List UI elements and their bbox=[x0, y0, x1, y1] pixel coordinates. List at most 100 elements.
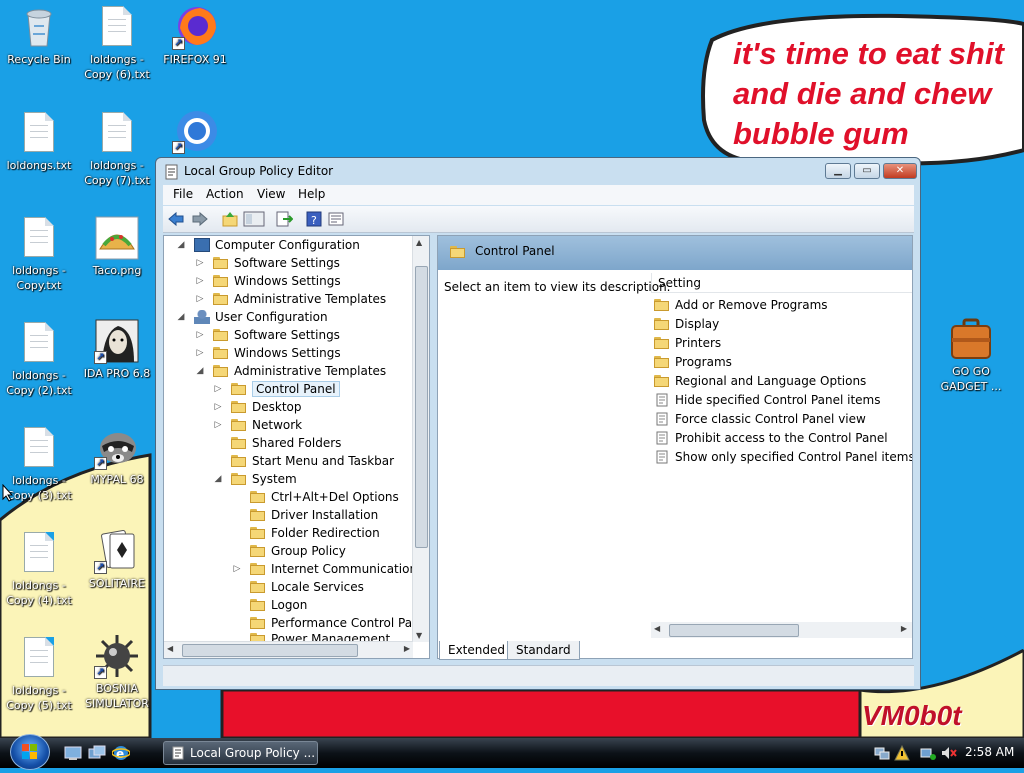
collapse-arrow-icon[interactable]: ◢ bbox=[213, 470, 223, 488]
back-arrow-icon[interactable] bbox=[167, 210, 185, 228]
close-button[interactable]: ✕ bbox=[883, 163, 917, 179]
tree-node-internet-communication[interactable]: ▷ Internet Communication Ma bbox=[234, 560, 429, 578]
tree-node-windows-settings[interactable]: ▷ Windows Settings bbox=[197, 272, 341, 290]
scroll-down-arrow-icon[interactable]: ▼ bbox=[416, 631, 422, 640]
desktop-icon-loldongs-copy-6[interactable]: loldongs - Copy (6).txt bbox=[78, 4, 156, 82]
window-titlebar[interactable]: Local Group Policy Editor ▁ ▭ ✕ bbox=[156, 158, 920, 184]
tree-vertical-scrollbar[interactable]: ▲ ▼ bbox=[412, 236, 429, 642]
tree-node-desktop[interactable]: ▷ Desktop bbox=[215, 398, 302, 416]
expand-arrow-icon[interactable]: ▷ bbox=[195, 344, 205, 362]
desktop-icon-loldongs-copy-2[interactable]: loldongs - Copy (2).txt bbox=[0, 320, 78, 398]
tree-node-shared-folders[interactable]: Shared Folders bbox=[231, 434, 341, 452]
tree-node-group-policy[interactable]: Group Policy bbox=[250, 542, 346, 560]
tree-node-locale-services[interactable]: Locale Services bbox=[250, 578, 364, 596]
menu-help[interactable]: Help bbox=[298, 187, 325, 201]
menu-file[interactable]: File bbox=[173, 187, 193, 201]
expand-arrow-icon[interactable]: ▷ bbox=[195, 272, 205, 290]
show-hide-tree-icon[interactable] bbox=[243, 210, 265, 228]
expand-arrow-icon[interactable]: ▷ bbox=[213, 398, 223, 416]
scroll-right-arrow-icon[interactable]: ▶ bbox=[901, 624, 907, 633]
scroll-left-arrow-icon[interactable]: ◀ bbox=[654, 624, 660, 633]
desktop-icon-firefox[interactable]: ↗ FIREFOX 91 bbox=[156, 4, 234, 67]
desktop-icon-ida-pro[interactable]: ↗ IDA PRO 6.8 bbox=[78, 318, 156, 381]
setting-item[interactable]: Force classic Control Panel view bbox=[654, 410, 912, 429]
setting-column-header[interactable]: Setting bbox=[651, 273, 912, 293]
security-warning-icon[interactable] bbox=[894, 745, 910, 761]
collapse-arrow-icon[interactable]: ◢ bbox=[176, 236, 186, 254]
tree-node-computer-configuration[interactable]: ◢ Computer Configuration bbox=[178, 236, 360, 254]
group-policy-editor-window[interactable]: Local Group Policy Editor ▁ ▭ ✕ File Act… bbox=[155, 157, 921, 690]
tree-node-system[interactable]: ◢ System bbox=[215, 470, 297, 488]
desktop-icon-solitaire[interactable]: ↗ SOLITAIRE bbox=[78, 528, 156, 591]
internet-explorer-icon[interactable]: e bbox=[112, 744, 130, 762]
desktop-icon-loldongs[interactable]: loldongs.txt bbox=[0, 110, 78, 173]
setting-item[interactable]: Add or Remove Programs bbox=[654, 296, 912, 315]
tree-node-user-configuration[interactable]: ◢ User Configuration bbox=[178, 308, 328, 326]
tree-node-ctrl-alt-del[interactable]: Ctrl+Alt+Del Options bbox=[250, 488, 399, 506]
setting-item[interactable]: Display bbox=[654, 315, 912, 334]
setting-item[interactable]: Prohibit access to the Control Panel bbox=[654, 429, 912, 448]
up-folder-icon[interactable] bbox=[221, 210, 239, 228]
tree-node-start-menu-taskbar[interactable]: Start Menu and Taskbar bbox=[231, 452, 394, 470]
desktop-icon-recycle-bin[interactable]: Recycle Bin bbox=[0, 4, 78, 67]
tree-node-software-settings[interactable]: ▷ Software Settings bbox=[197, 326, 340, 344]
desktop-icon-bosnia-simulator[interactable]: ↗ BOSNIA SIMULATOR bbox=[78, 633, 156, 711]
forward-arrow-icon[interactable] bbox=[191, 210, 209, 228]
tree-node-folder-redirection[interactable]: Folder Redirection bbox=[250, 524, 380, 542]
desktop-icon-loldongs-copy[interactable]: loldongs - Copy.txt bbox=[0, 215, 78, 293]
export-list-icon[interactable] bbox=[275, 210, 293, 228]
setting-item[interactable]: Programs bbox=[654, 353, 912, 372]
desktop-icon-loldongs-copy-5[interactable]: loldongs - Copy (5).txt bbox=[0, 635, 78, 713]
tab-standard[interactable]: Standard bbox=[507, 641, 580, 660]
scroll-left-arrow-icon[interactable]: ◀ bbox=[167, 644, 173, 653]
show-desktop-icon[interactable] bbox=[64, 745, 82, 761]
desktop-icon-loldongs-copy-7[interactable]: loldongs - Copy (7).txt bbox=[78, 110, 156, 188]
tree-node-software-settings[interactable]: ▷ Software Settings bbox=[197, 254, 340, 272]
tree-node-control-panel[interactable]: ▷ Control Panel bbox=[215, 380, 340, 398]
expand-arrow-icon[interactable]: ▷ bbox=[213, 416, 223, 434]
tree-node-logon[interactable]: Logon bbox=[250, 596, 307, 614]
expand-arrow-icon[interactable]: ▷ bbox=[213, 380, 223, 398]
tree-node-network[interactable]: ▷ Network bbox=[215, 416, 303, 434]
expand-arrow-icon[interactable]: ▷ bbox=[195, 254, 205, 272]
clock[interactable]: 2:58 AM bbox=[965, 745, 1014, 759]
expand-arrow-icon[interactable]: ▷ bbox=[232, 560, 242, 578]
scroll-thumb[interactable] bbox=[669, 624, 799, 637]
setting-item[interactable]: Show only specified Control Panel items bbox=[654, 448, 912, 467]
policy-tree-pane[interactable]: ◢ Computer Configuration ▷ Software Settin… bbox=[163, 235, 430, 659]
settings-horizontal-scrollbar[interactable]: ◀ ▶ bbox=[651, 622, 912, 638]
scroll-right-arrow-icon[interactable]: ▶ bbox=[404, 644, 410, 653]
desktop-icon-go-go-gadget[interactable]: GO GO GADGET ... bbox=[932, 316, 1010, 394]
menu-action[interactable]: Action bbox=[206, 187, 244, 201]
tree-node-windows-settings[interactable]: ▷ Windows Settings bbox=[197, 344, 341, 362]
tab-extended[interactable]: Extended bbox=[439, 641, 514, 660]
maximize-button[interactable]: ▭ bbox=[854, 163, 880, 179]
network-icon[interactable] bbox=[874, 745, 890, 761]
policy-settings-pane[interactable]: Control Panel Select an item to view its… bbox=[437, 235, 913, 659]
collapse-arrow-icon[interactable]: ◢ bbox=[195, 362, 205, 380]
tree-node-administrative-templates[interactable]: ▷ Administrative Templates bbox=[197, 290, 387, 308]
setting-item[interactable]: Printers bbox=[654, 334, 912, 353]
network-connection-icon[interactable] bbox=[920, 745, 936, 761]
properties-view-icon[interactable] bbox=[327, 210, 345, 228]
tree-node-driver-installation[interactable]: Driver Installation bbox=[250, 506, 378, 524]
switch-windows-icon[interactable] bbox=[88, 745, 106, 761]
desktop-icon-loldongs-copy-4[interactable]: loldongs - Copy (4).txt bbox=[0, 530, 78, 608]
desktop-icon-taco[interactable]: Taco.png bbox=[78, 215, 156, 278]
expand-arrow-icon[interactable]: ▷ bbox=[195, 290, 205, 308]
scroll-thumb[interactable] bbox=[415, 266, 428, 548]
scroll-up-arrow-icon[interactable]: ▲ bbox=[416, 238, 422, 247]
help-icon[interactable]: ? bbox=[305, 210, 323, 228]
setting-item[interactable]: Hide specified Control Panel items bbox=[654, 391, 912, 410]
desktop-icon-chrome[interactable]: ↗ bbox=[156, 108, 234, 156]
volume-muted-icon[interactable] bbox=[940, 745, 958, 761]
collapse-arrow-icon[interactable]: ◢ bbox=[176, 308, 186, 326]
taskbar-button-group-policy[interactable]: Local Group Policy ... bbox=[163, 741, 318, 765]
tree-horizontal-scrollbar[interactable]: ◀ ▶ bbox=[164, 641, 413, 658]
desktop-icon-mypal[interactable]: ↗ MYPAL 68 bbox=[78, 424, 156, 487]
start-button[interactable] bbox=[10, 734, 50, 770]
tree-node-administrative-templates[interactable]: ◢ Administrative Templates bbox=[197, 362, 387, 380]
expand-arrow-icon[interactable]: ▷ bbox=[195, 326, 205, 344]
scroll-thumb[interactable] bbox=[182, 644, 358, 657]
setting-item[interactable]: Regional and Language Options bbox=[654, 372, 912, 391]
